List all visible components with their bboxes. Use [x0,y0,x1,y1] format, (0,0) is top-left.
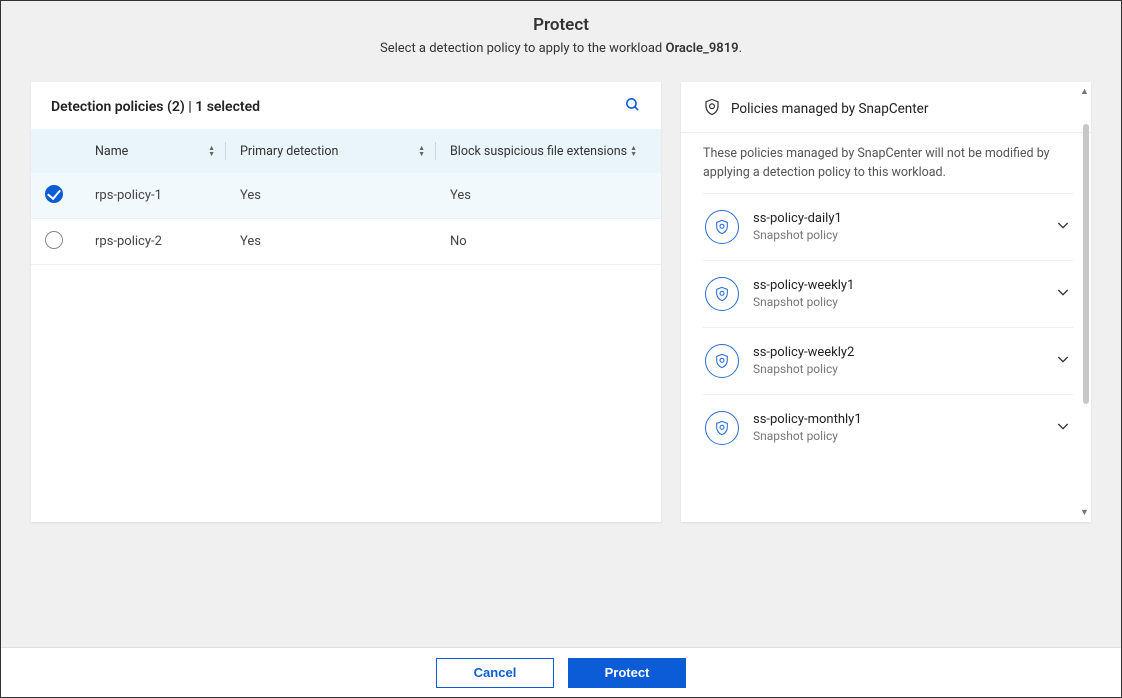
sort-icon: ▲▼ [208,145,215,157]
col-header-primary[interactable]: Primary detection ▲▼ [240,144,435,159]
scrollbar-thumb[interactable] [1083,124,1089,404]
cell-name: rps-policy-2 [95,234,225,249]
table-header-row: Name ▲▼ Primary detection ▲▼ Block suspi… [31,129,661,173]
policy-text: ss-policy-daily1 Snapshot policy [753,211,1041,242]
policy-name: ss-policy-daily1 [753,211,1041,226]
cell-primary: Yes [240,234,435,249]
row-radio-cell [45,185,95,207]
shield-icon [703,98,721,120]
footer-bar: Cancel Protect [1,647,1121,697]
managed-policy-item[interactable]: ss-policy-weekly1 Snapshot policy [703,260,1073,327]
policy-subtext: Snapshot policy [753,429,1041,443]
col-name-label: Name [95,144,128,159]
chevron-down-icon[interactable] [1055,418,1071,438]
content-area: Detection policies (2) | 1 selected Name… [1,64,1121,522]
managed-policy-item[interactable]: ss-policy-monthly1 Snapshot policy [703,394,1073,461]
shield-icon [705,210,739,244]
cell-primary: Yes [240,188,435,203]
managed-policies-panel: Policies managed by SnapCenter These pol… [681,82,1091,522]
policy-text: ss-policy-weekly2 Snapshot policy [753,345,1041,376]
table-row[interactable]: rps-policy-2 Yes No [31,219,661,265]
page-title: Protect [1,15,1121,35]
scroll-down-icon[interactable]: ▼ [1080,507,1090,518]
policy-subtext: Snapshot policy [753,295,1041,309]
page-header: Protect Select a detection policy to app… [1,1,1121,64]
col-header-name[interactable]: Name ▲▼ [95,144,225,159]
protect-button[interactable]: Protect [568,658,686,688]
policy-text: ss-policy-monthly1 Snapshot policy [753,412,1041,443]
row-radio-cell [45,231,95,253]
managed-policy-item[interactable]: ss-policy-daily1 Snapshot policy [703,193,1073,260]
sort-icon: ▲▼ [418,145,425,157]
policy-subtext: Snapshot policy [753,362,1041,376]
col-header-block[interactable]: Block suspicious file extensions ▲▼ [450,144,647,159]
managed-panel-body: These policies managed by SnapCenter wil… [681,133,1091,522]
detection-panel-header: Detection policies (2) | 1 selected [31,82,661,129]
chevron-down-icon[interactable] [1055,284,1071,304]
workload-name: Oracle_9819 [666,41,739,56]
shield-icon [705,344,739,378]
table-row[interactable]: rps-policy-1 Yes Yes [31,173,661,219]
cell-block: Yes [450,188,647,203]
detection-panel-title: Detection policies (2) | 1 selected [51,99,260,115]
managed-policy-item[interactable]: ss-policy-weekly2 Snapshot policy [703,327,1073,394]
cancel-button[interactable]: Cancel [436,658,554,688]
subtitle-prefix: Select a detection policy to apply to th… [380,41,666,56]
cell-block: No [450,234,647,249]
shield-icon [705,411,739,445]
row-radio[interactable] [45,231,63,249]
chevron-down-icon[interactable] [1055,217,1071,237]
policy-name: ss-policy-monthly1 [753,412,1041,427]
policy-subtext: Snapshot policy [753,228,1041,242]
policy-text: ss-policy-weekly1 Snapshot policy [753,278,1041,309]
subtitle-suffix: . [739,41,742,56]
search-icon[interactable] [624,96,641,117]
policy-name: ss-policy-weekly1 [753,278,1041,293]
col-divider [225,142,226,160]
sort-icon: ▲▼ [630,145,637,157]
managed-panel-header: Policies managed by SnapCenter [681,82,1091,133]
col-primary-label: Primary detection [240,144,338,159]
page-subtitle: Select a detection policy to apply to th… [1,41,1121,56]
chevron-down-icon[interactable] [1055,351,1071,371]
scroll-up-icon[interactable]: ▲ [1080,86,1090,97]
col-divider [435,142,436,160]
cell-name: rps-policy-1 [95,188,225,203]
policy-name: ss-policy-weekly2 [753,345,1041,360]
col-block-label: Block suspicious file extensions [450,144,627,159]
detection-policies-panel: Detection policies (2) | 1 selected Name… [31,82,661,522]
managed-panel-title: Policies managed by SnapCenter [731,101,928,117]
shield-icon [705,277,739,311]
row-radio[interactable] [45,185,63,203]
managed-info-text: These policies managed by SnapCenter wil… [703,145,1073,183]
